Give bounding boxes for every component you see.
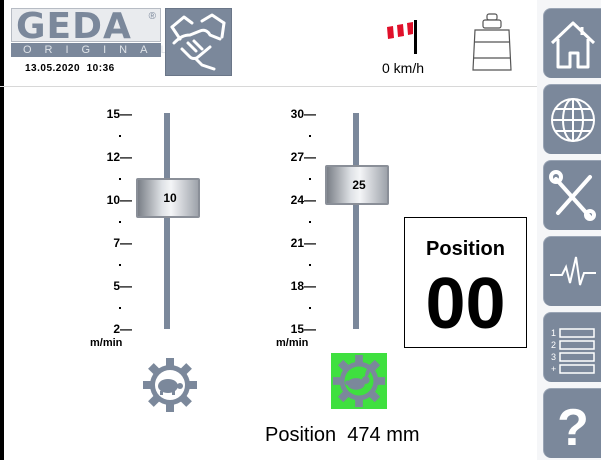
position-panel-value: 00 bbox=[425, 264, 506, 344]
position-readout: Position 474 mm bbox=[265, 424, 420, 447]
slider-value: 25 bbox=[352, 178, 366, 192]
tick-dot bbox=[119, 307, 121, 309]
logo-brand-box: GEDA ® bbox=[11, 7, 161, 47]
list-number: + bbox=[551, 364, 556, 374]
scale-label: 15— bbox=[106, 107, 132, 121]
unit-label: m/min bbox=[276, 337, 309, 349]
turtle-gear-icon[interactable] bbox=[141, 356, 199, 414]
pulse-icon bbox=[550, 256, 596, 286]
tools-icon bbox=[549, 170, 596, 221]
logo-subbar: ORIGINAL bbox=[11, 43, 180, 57]
scale-label: 2— bbox=[113, 322, 132, 336]
logo-brand-text: GEDA bbox=[16, 6, 132, 47]
list-number: 1 bbox=[551, 328, 556, 338]
scale-label: 7— bbox=[113, 236, 132, 250]
scale-label: 30— bbox=[290, 107, 316, 121]
weight-icon bbox=[472, 13, 512, 71]
unit-label: m/min bbox=[90, 337, 123, 349]
tick-dot bbox=[309, 264, 311, 266]
slider-knob[interactable]: 10 bbox=[136, 178, 200, 218]
scale-label: 21— bbox=[290, 236, 316, 250]
tick-dot bbox=[119, 135, 121, 137]
slider-track[interactable] bbox=[164, 113, 170, 329]
position-readout-unit: mm bbox=[386, 424, 420, 446]
position-readout-value: 474 bbox=[347, 424, 381, 446]
wind-speed-readout: 0 km/h bbox=[382, 60, 425, 76]
scale-label: 10— bbox=[106, 193, 132, 207]
slider-knob[interactable]: 25 bbox=[325, 165, 389, 205]
windsock-icon bbox=[382, 20, 417, 54]
globe-icon bbox=[551, 98, 595, 142]
geda-logo: GEDA ® ORIGINAL 13.05.2020 10:36 bbox=[11, 7, 180, 78]
tick-dot bbox=[309, 307, 311, 309]
settings-button[interactable] bbox=[543, 160, 601, 230]
tick-dot bbox=[309, 221, 311, 223]
home-icon bbox=[550, 21, 596, 69]
date-text: 13.05.2020 bbox=[25, 63, 81, 74]
logo-sub-text: ORIGINAL bbox=[23, 44, 180, 56]
scale-label: 24— bbox=[290, 193, 316, 207]
slider-value: 10 bbox=[163, 191, 177, 205]
logo-registered-mark: ® bbox=[148, 11, 156, 22]
slider-track[interactable] bbox=[353, 113, 359, 329]
app-screen: GEDA ® ORIGINAL 13.05.2020 10:36 0 km/h … bbox=[0, 0, 601, 460]
home-button[interactable] bbox=[543, 8, 601, 78]
tick-dot bbox=[309, 135, 311, 137]
tick-dot bbox=[119, 264, 121, 266]
scale-label: 18— bbox=[290, 279, 316, 293]
rabbit-gear-icon bbox=[332, 354, 386, 408]
left-border bbox=[0, 0, 4, 460]
handshake-icon bbox=[170, 13, 226, 71]
scale-label: 15— bbox=[290, 322, 316, 336]
time-text: 10:36 bbox=[86, 63, 115, 74]
position-readout-label: Position bbox=[265, 424, 337, 446]
sidebar: 1 2 3 + ? bbox=[537, 0, 601, 460]
scale-label: 5— bbox=[113, 279, 132, 293]
list-button[interactable]: 1 2 3 + bbox=[543, 312, 601, 382]
position-panel: Position 00 bbox=[404, 217, 527, 348]
tick-dot bbox=[309, 178, 311, 180]
tick-dot bbox=[119, 221, 121, 223]
scale-label: 27— bbox=[290, 150, 316, 164]
list-number: 3 bbox=[551, 352, 556, 362]
position-panel-title: Position bbox=[426, 238, 505, 260]
list-icon: 1 2 3 + bbox=[551, 328, 595, 374]
rabbit-mode-button[interactable] bbox=[331, 353, 387, 409]
handshake-button[interactable] bbox=[165, 8, 232, 76]
list-number: 2 bbox=[551, 340, 556, 350]
scale-label: 12— bbox=[106, 150, 132, 164]
language-button[interactable] bbox=[543, 84, 601, 154]
header-divider bbox=[0, 86, 537, 87]
date-time: 13.05.2020 10:36 bbox=[25, 63, 115, 74]
help-icon: ? bbox=[557, 399, 589, 453]
help-button[interactable]: ? bbox=[543, 388, 601, 458]
tick-dot bbox=[119, 178, 121, 180]
help-label: ? bbox=[557, 399, 589, 453]
diagnostics-button[interactable] bbox=[543, 236, 601, 306]
